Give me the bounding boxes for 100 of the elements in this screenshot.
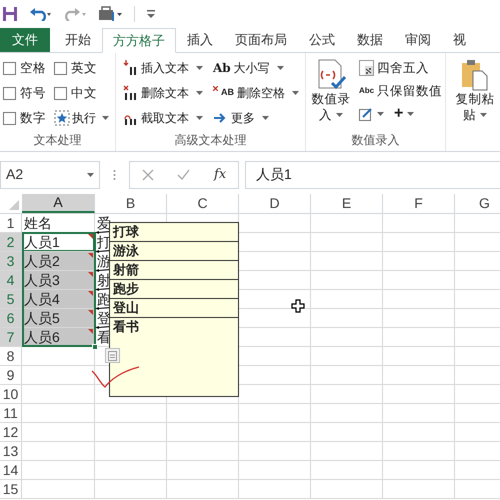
ribbon-button[interactable]: 插入文本 bbox=[123, 59, 203, 77]
file-tab[interactable]: 文件 bbox=[0, 28, 50, 52]
ribbon-tab[interactable]: 审阅 bbox=[394, 28, 442, 52]
column-header[interactable]: G bbox=[455, 194, 500, 213]
table-icon bbox=[108, 350, 117, 360]
ribbon-tab[interactable]: 方方格子 bbox=[102, 28, 176, 53]
icon-text: AB bbox=[221, 86, 234, 100]
column-header[interactable]: C bbox=[167, 194, 239, 213]
checkbox-label: 英文 bbox=[71, 60, 97, 77]
clipboard-icon bbox=[460, 59, 490, 91]
comment-arrow bbox=[95, 231, 110, 234]
comment-indicator bbox=[88, 272, 93, 277]
comment-indicator bbox=[88, 253, 93, 258]
checkbox[interactable] bbox=[3, 86, 16, 100]
cancel-icon bbox=[142, 168, 154, 180]
caret-icon bbox=[196, 91, 203, 95]
ribbon-button[interactable]: Abc 只保留数值 bbox=[359, 82, 442, 100]
caret-icon bbox=[292, 91, 299, 95]
ribbon-button[interactable]: 截取文本 bbox=[123, 109, 203, 127]
table-cell: 人员6 bbox=[24, 330, 60, 344]
checkbox-label: 符号 bbox=[20, 84, 46, 102]
comment-indicator bbox=[88, 310, 93, 315]
table-percent-icon bbox=[359, 60, 374, 76]
column-header[interactable]: D bbox=[239, 194, 311, 213]
button-label: 截取文本 bbox=[141, 110, 189, 127]
insert-function-button[interactable]: fx bbox=[214, 164, 226, 184]
table-cell: 人员4 bbox=[24, 292, 60, 306]
ribbon-tab[interactable]: 数据 bbox=[346, 28, 394, 52]
comment-text: 射箭 bbox=[113, 262, 139, 277]
edit-button[interactable] bbox=[359, 107, 384, 121]
ribbon-button[interactable]: 更多 bbox=[213, 109, 299, 127]
comment-text: 看书 bbox=[113, 319, 139, 334]
button-label: 贴 bbox=[463, 107, 476, 123]
ribbon-tab[interactable]: 插入 bbox=[176, 28, 224, 52]
copy-paste-button[interactable]: 复制粘 贴 bbox=[453, 59, 497, 129]
ribbon-button[interactable]: 四舍五入 bbox=[359, 59, 442, 77]
row-header[interactable]: 5 bbox=[0, 290, 22, 308]
group-label: 数值录入 bbox=[352, 132, 400, 149]
caret-icon bbox=[196, 66, 203, 70]
undo-icon bbox=[30, 7, 52, 21]
row-header[interactable]: 4 bbox=[0, 271, 22, 289]
table-cell: 游 bbox=[97, 254, 111, 268]
comment-text: 游泳 bbox=[113, 243, 139, 258]
icon-text: Ab bbox=[213, 60, 231, 77]
column-header[interactable]: A bbox=[22, 194, 95, 213]
button-label: 只保留数值 bbox=[377, 82, 442, 100]
caret-icon bbox=[196, 116, 203, 120]
ribbon-button[interactable]: Ab 大小写 bbox=[213, 59, 299, 77]
table-cell: 看 bbox=[97, 330, 111, 344]
caret-icon bbox=[480, 113, 487, 117]
table-cell: 人员2 bbox=[24, 254, 60, 268]
button-label: 删除文本 bbox=[141, 85, 189, 102]
quick-analysis-button[interactable] bbox=[105, 348, 120, 363]
checkbox-label: 中文 bbox=[71, 84, 97, 102]
ribbon-tab[interactable]: 开始 bbox=[54, 28, 102, 52]
row-header[interactable]: 2 bbox=[0, 233, 22, 251]
comment-indicator bbox=[88, 291, 93, 296]
checkbox[interactable] bbox=[54, 86, 67, 100]
star-icon bbox=[54, 110, 70, 126]
name-box[interactable]: A2 bbox=[0, 160, 100, 188]
checkbox[interactable] bbox=[3, 62, 16, 74]
formula-input[interactable]: 人员1 bbox=[245, 160, 500, 188]
comment-arrow bbox=[95, 307, 110, 310]
checkbox-label: 空格 bbox=[20, 60, 46, 77]
column-header[interactable]: E bbox=[311, 194, 383, 213]
checkbox[interactable] bbox=[3, 112, 16, 124]
button-label: 入 bbox=[319, 107, 332, 123]
checkbox[interactable] bbox=[54, 62, 67, 74]
comment-indicator bbox=[88, 234, 93, 239]
row-header[interactable]: 3 bbox=[0, 252, 22, 270]
select-all-icon bbox=[9, 200, 19, 210]
row-header[interactable]: 7 bbox=[0, 328, 22, 346]
ribbon-tab[interactable]: 公式 bbox=[298, 28, 346, 52]
cross-icon bbox=[213, 86, 218, 91]
ribbon-tab[interactable]: 视 bbox=[442, 28, 477, 52]
ribbon-button[interactable]: AB 删除空格 bbox=[213, 84, 299, 102]
caret-icon bbox=[407, 112, 414, 116]
caret-icon bbox=[336, 113, 343, 117]
button-label: 大小写 bbox=[234, 60, 270, 77]
comment-indicator bbox=[88, 329, 93, 334]
column-header[interactable]: F bbox=[383, 194, 455, 213]
ribbon-button[interactable]: 删除文本 bbox=[123, 84, 203, 102]
comment-text: 跑步 bbox=[113, 281, 139, 296]
row-header[interactable]: 6 bbox=[0, 309, 22, 327]
comment-text: 打球 bbox=[113, 224, 139, 239]
confirm-icon bbox=[177, 169, 190, 180]
column-header[interactable]: B bbox=[95, 194, 167, 213]
button-label: 数值录 bbox=[312, 91, 350, 107]
table-cell: 人员1 bbox=[24, 234, 60, 250]
table-cell: 人员3 bbox=[24, 272, 60, 288]
button-label: 更多 bbox=[231, 110, 255, 127]
number-entry-button[interactable]: 数值录 入 bbox=[309, 59, 353, 129]
edit-icon bbox=[359, 107, 373, 121]
add-button[interactable]: + bbox=[394, 106, 414, 122]
execute-button[interactable]: 执行 bbox=[54, 109, 109, 127]
caret-icon bbox=[377, 112, 384, 116]
table-cell: 爱 bbox=[97, 216, 111, 230]
ribbon-tab[interactable]: 页面布局 bbox=[224, 28, 298, 52]
fill-handle[interactable] bbox=[92, 344, 98, 350]
toolbox-icon bbox=[98, 6, 122, 22]
